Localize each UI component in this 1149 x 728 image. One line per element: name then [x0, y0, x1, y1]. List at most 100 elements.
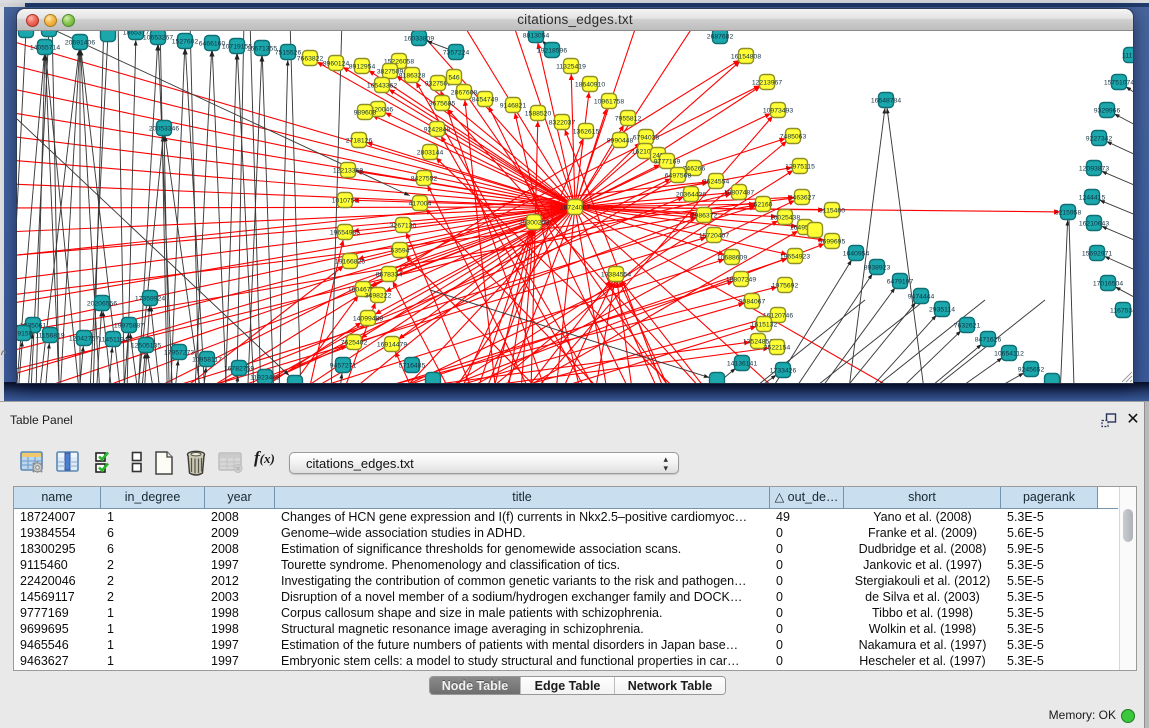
- cell-title[interactable]: Investigating the contribution of common…: [275, 573, 770, 589]
- graph-node-19975887[interactable]: 19975887: [114, 318, 144, 333]
- row-check-icon[interactable]: [94, 450, 116, 474]
- graph-node-16648784[interactable]: 16648784: [871, 93, 901, 108]
- cell-name[interactable]: 9699695: [14, 621, 101, 637]
- graph-node-19654985[interactable]: 19654985: [330, 225, 360, 240]
- graph-node-10961758[interactable]: 10961758: [594, 94, 624, 109]
- graph-node-20364436[interactable]: 20364436: [676, 187, 706, 202]
- delete-table-icon[interactable]: [218, 450, 244, 474]
- graph-node-1167534[interactable]: 1167534: [1110, 303, 1133, 318]
- citation-edge-black[interactable]: [790, 287, 895, 383]
- graph-node-9463627[interactable]: 9463627: [789, 190, 816, 205]
- cell-out_de[interactable]: 0: [770, 589, 844, 605]
- cell-short[interactable]: Dudbridge et al. (2008): [844, 541, 1001, 557]
- table-mode-icon[interactable]: [20, 450, 44, 474]
- graph-node-19218596[interactable]: 19218596: [537, 43, 567, 58]
- graph-node-16210643[interactable]: 16210643: [1079, 216, 1109, 231]
- citation-edge-black[interactable]: [820, 300, 985, 383]
- cell-out_de[interactable]: 0: [770, 573, 844, 589]
- cell-in_degree[interactable]: 6: [101, 525, 205, 541]
- tab-edge-table[interactable]: Edge Table: [520, 677, 614, 695]
- graph-node-2687682[interactable]: 2687682: [707, 31, 734, 44]
- cell-short[interactable]: Jankovic et al. (1997): [844, 557, 1001, 573]
- citation-edge-black[interactable]: [887, 108, 928, 383]
- cell-year[interactable]: 1997: [205, 653, 275, 669]
- cell-pagerank[interactable]: 5.3E-5: [1001, 509, 1098, 525]
- graph-node-9699695[interactable]: 9699695: [819, 234, 846, 249]
- graph-node-7485063[interactable]: 7485063: [780, 129, 807, 144]
- resize-grip-icon[interactable]: [1122, 372, 1132, 382]
- new-column-icon[interactable]: [152, 450, 176, 476]
- cell-title[interactable]: Changes of HCN gene expression and I(f) …: [275, 509, 770, 525]
- cell-title[interactable]: Disruption of a novel member of a sodium…: [275, 589, 770, 605]
- graph-node-2718126[interactable]: 2718126: [346, 133, 373, 148]
- graph-node-1527602[interactable]: 1527602: [172, 34, 199, 49]
- cell-year[interactable]: 1998: [205, 621, 275, 637]
- cell-out_de[interactable]: 0: [770, 605, 844, 621]
- cell-short[interactable]: Yano et al. (2008): [844, 509, 1001, 525]
- graph-node-3624554[interactable]: 3624554: [703, 174, 730, 189]
- cell-short[interactable]: Tibbo et al. (1998): [844, 605, 1001, 621]
- cell-year[interactable]: 2009: [205, 525, 275, 541]
- graph-node-8990448[interactable]: 8990448: [607, 133, 634, 148]
- cell-title[interactable]: Genome–wide association studies in ADHD.: [275, 525, 770, 541]
- citation-edge-black[interactable]: [1101, 171, 1133, 196]
- graph-node-1362615[interactable]: 1362615: [573, 124, 600, 139]
- cell-in_degree[interactable]: 2: [101, 573, 205, 589]
- graph-node-39159[interactable]: 39159: [17, 326, 33, 341]
- delete-column-icon[interactable]: [184, 450, 208, 476]
- graph-node-8215958[interactable]: 8215958: [1055, 205, 1082, 220]
- close-panel-icon[interactable]: ✕: [1125, 411, 1141, 428]
- cell-name[interactable]: 9465546: [14, 637, 101, 653]
- citation-edge-red[interactable]: [17, 207, 575, 208]
- citation-edge-black[interactable]: [832, 315, 937, 383]
- cell-in_degree[interactable]: 1: [101, 605, 205, 621]
- cell-short[interactable]: Stergiakouli et al. (2012): [844, 573, 1001, 589]
- graph-node-16543362[interactable]: 16543362: [367, 78, 397, 93]
- cell-pagerank[interactable]: 5.3E-5: [1001, 589, 1098, 605]
- cell-pagerank[interactable]: 5.3E-5: [1001, 621, 1098, 637]
- graph-node-11325419[interactable]: 11325419: [556, 59, 586, 74]
- cell-pagerank[interactable]: 5.3E-5: [1001, 653, 1098, 669]
- graph-node-9115460[interactable]: 9115460: [819, 203, 845, 218]
- cell-title[interactable]: Estimation of significance thresholds fo…: [275, 541, 770, 557]
- cell-pagerank[interactable]: 5.3E-5: [1001, 605, 1098, 621]
- graph-node-17016504[interactable]: 17016504: [1093, 276, 1123, 291]
- cell-out_de[interactable]: 49: [770, 509, 844, 525]
- citation-edge-black[interactable]: [1114, 114, 1133, 138]
- graph-node-12975115[interactable]: 12975115: [785, 159, 815, 174]
- graph-node-8471626[interactable]: 8471626: [975, 332, 1002, 347]
- graph-node-62160[interactable]: 62160: [754, 197, 773, 212]
- citation-edge-red[interactable]: [575, 207, 965, 383]
- cell-in_degree[interactable]: 1: [101, 509, 205, 525]
- network-canvas[interactable]: 1405571420691406186537710653267152760264…: [17, 31, 1133, 383]
- cell-name[interactable]: 9115460: [14, 557, 101, 573]
- graph-node-1244415[interactable]: 1244415: [1079, 190, 1106, 205]
- graph-node-1010755[interactable]: 1010755: [332, 193, 359, 208]
- cell-short[interactable]: Nakamura et al. (1997): [844, 637, 1001, 653]
- cell-title[interactable]: Structural magnetic resonance image aver…: [275, 621, 770, 637]
- graph-node-unlabeled[interactable]: [710, 373, 725, 384]
- graph-node-11174[interactable]: 11174: [1122, 48, 1133, 63]
- column-header-out_de[interactable]: △ out_de…: [770, 487, 844, 508]
- function-builder-icon[interactable]: f(x): [254, 448, 275, 468]
- cell-in_degree[interactable]: 2: [101, 589, 205, 605]
- column-header-short[interactable]: short: [844, 487, 1001, 508]
- cell-year[interactable]: 1998: [205, 605, 275, 621]
- cell-short[interactable]: Franke et al. (2009): [844, 525, 1001, 541]
- window-titlebar[interactable]: citations_edges.txt: [17, 9, 1133, 31]
- table-row[interactable]: 969969511998Structural magnetic resonanc…: [14, 621, 1118, 637]
- graph-node-unlabeled[interactable]: [808, 223, 823, 238]
- graph-node-unlabeled[interactable]: [42, 31, 57, 37]
- graph-node-15751074[interactable]: 15751074: [1104, 75, 1133, 90]
- cell-out_de[interactable]: 0: [770, 637, 844, 653]
- citation-edge-black[interactable]: [857, 331, 961, 383]
- table-row[interactable]: 946554611997Estimation of the future num…: [14, 637, 1118, 653]
- graph-node-9457271[interactable]: 9457271: [330, 358, 357, 373]
- citation-edge-black[interactable]: [1101, 226, 1133, 251]
- graph-node-7357224[interactable]: 7357224: [443, 45, 470, 60]
- graph-node-unlabeled[interactable]: [101, 31, 116, 42]
- vertical-scrollbar[interactable]: [1119, 487, 1136, 670]
- scrollbar-thumb[interactable]: [1123, 509, 1133, 542]
- graph-node-20206556[interactable]: 20206556: [87, 296, 117, 311]
- graph-node-2803144[interactable]: 2803144: [417, 145, 444, 160]
